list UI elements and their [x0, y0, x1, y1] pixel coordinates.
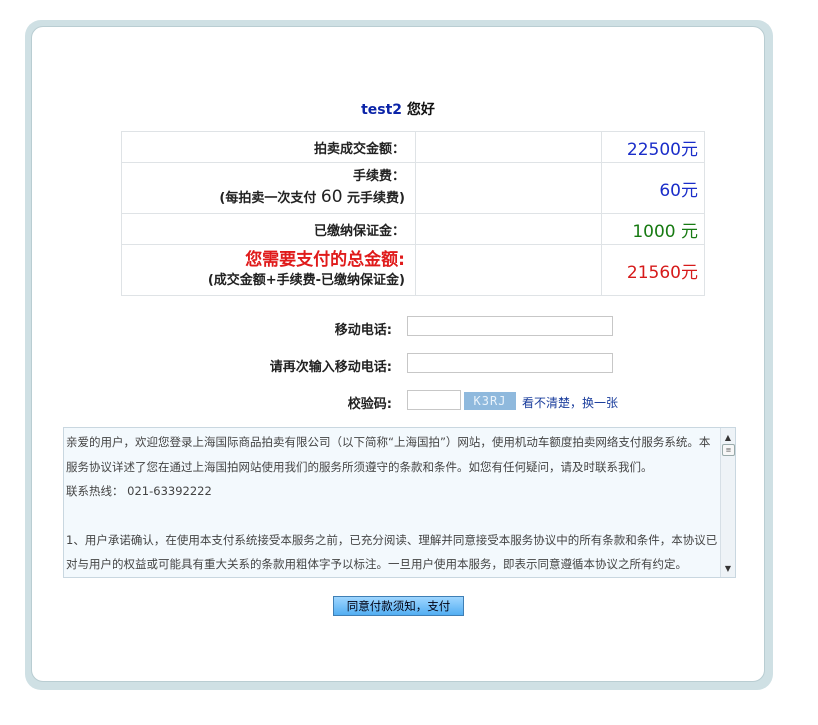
deal-amount-value: 22500元 — [601, 131, 705, 163]
fee-value: 60元 — [601, 162, 705, 214]
mobile-confirm-row: 请再次输入移动电话: — [32, 353, 764, 377]
total-label: 您需要支付的总金额: — [245, 250, 405, 270]
mobile-input[interactable] — [407, 316, 613, 336]
mobile-row: 移动电话: — [32, 316, 764, 340]
captcha-label: 校验码: — [347, 397, 392, 412]
greeting-suffix: 您好 — [406, 102, 435, 118]
agreement-paragraph-2: 1、用户承诺确认，在使用本支付系统接受本服务之前，已充分阅读、理解并同意接受本服… — [66, 532, 718, 572]
deal-amount-row: 拍卖成交金额： 22500元 — [121, 131, 705, 163]
deposit-row: 已缴纳保证金： 1000 元 — [121, 213, 705, 245]
mobile-label: 移动电话: — [334, 323, 392, 338]
total-formula: (成交金额+手续费-已缴纳保证金) — [207, 273, 405, 288]
mobile-confirm-input[interactable] — [407, 353, 613, 373]
deal-amount-label: 拍卖成交金额： — [121, 131, 416, 163]
page-frame: test2 您好 拍卖成交金额： 22500元 手续费： (每拍卖一次支付 60… — [25, 20, 773, 690]
fee-label: 手续费： — [352, 169, 405, 184]
scroll-thumb[interactable]: ≡ — [722, 444, 735, 456]
captcha-refresh-link[interactable]: 看不清楚，换一张 — [522, 394, 618, 411]
total-row: 您需要支付的总金额: (成交金额+手续费-已缴纳保证金) 21560元 — [121, 244, 705, 296]
agreement-textarea[interactable]: 亲爱的用户，欢迎您登录上海国际商品拍卖有限公司（以下简称“上海国拍”）网站，使用… — [63, 427, 736, 578]
total-value: 21560元 — [601, 244, 705, 296]
scroll-down-arrow-icon[interactable]: ▼ — [721, 563, 735, 575]
agreement-paragraph-1: 亲爱的用户，欢迎您登录上海国际商品拍卖有限公司（以下简称“上海国拍”）网站，使用… — [66, 435, 711, 474]
deposit-label: 已缴纳保证金： — [121, 213, 416, 245]
username: test2 — [361, 102, 403, 118]
fee-row: 手续费： (每拍卖一次支付 60 元手续费) 60元 — [121, 162, 705, 214]
fee-note: (每拍卖一次支付 60 元手续费) — [219, 187, 405, 207]
captcha-image[interactable]: K3RJ — [464, 392, 516, 410]
content-panel: test2 您好 拍卖成交金额： 22500元 手续费： (每拍卖一次支付 60… — [31, 26, 765, 682]
greeting: test2 您好 — [32, 99, 764, 119]
mobile-confirm-label: 请再次输入移动电话: — [269, 360, 392, 375]
deposit-value: 1000 元 — [601, 213, 705, 245]
captcha-row: 校验码: K3RJ 看不清楚，换一张 — [32, 390, 764, 414]
agree-and-pay-button[interactable]: 同意付款须知，支付 — [333, 596, 464, 616]
payment-summary-table: 拍卖成交金额： 22500元 手续费： (每拍卖一次支付 60 元手续费) 60… — [121, 131, 705, 296]
scroll-up-arrow-icon[interactable]: ▲ — [721, 432, 735, 444]
agreement-hotline: 联系热线： 021-63392222 — [66, 484, 212, 498]
agreement-scrollbar[interactable]: ▲ ≡ ▼ — [720, 428, 735, 577]
agreement-text: 亲爱的用户，欢迎您登录上海国际商品拍卖有限公司（以下简称“上海国拍”）网站，使用… — [66, 430, 719, 577]
captcha-input[interactable] — [407, 390, 461, 410]
